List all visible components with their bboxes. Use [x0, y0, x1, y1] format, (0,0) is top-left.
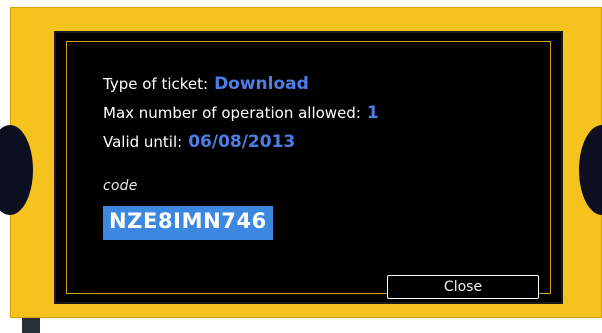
- bottom-edge-chip: [22, 318, 40, 333]
- page: Type of ticket: Download Max number of o…: [0, 0, 602, 333]
- ticket-notch-right: [579, 125, 602, 215]
- ticket-notch-left: [0, 125, 33, 215]
- max-operations-value: 1: [366, 103, 379, 123]
- ticket-type-row: Type of ticket: Download: [103, 74, 309, 96]
- bottom-strip: [0, 318, 602, 333]
- ticket-type-value: Download: [214, 74, 309, 94]
- max-operations-row: Max number of operation allowed: 1: [103, 103, 379, 125]
- code-label: code: [103, 178, 138, 194]
- max-operations-label: Max number of operation allowed:: [103, 104, 361, 122]
- code-value[interactable]: NZE8IMN746: [103, 206, 273, 240]
- valid-until-label: Valid until:: [103, 133, 183, 151]
- dialog-frame: Type of ticket: Download Max number of o…: [66, 41, 551, 299]
- ticket-dialog: Type of ticket: Download Max number of o…: [54, 31, 563, 304]
- close-button[interactable]: Close: [387, 275, 539, 299]
- valid-until-row: Valid until: 06/08/2013: [103, 132, 295, 154]
- ticket-card: Type of ticket: Download Max number of o…: [0, 7, 602, 318]
- valid-until-value: 06/08/2013: [188, 132, 296, 152]
- ticket-type-label: Type of ticket:: [103, 75, 209, 93]
